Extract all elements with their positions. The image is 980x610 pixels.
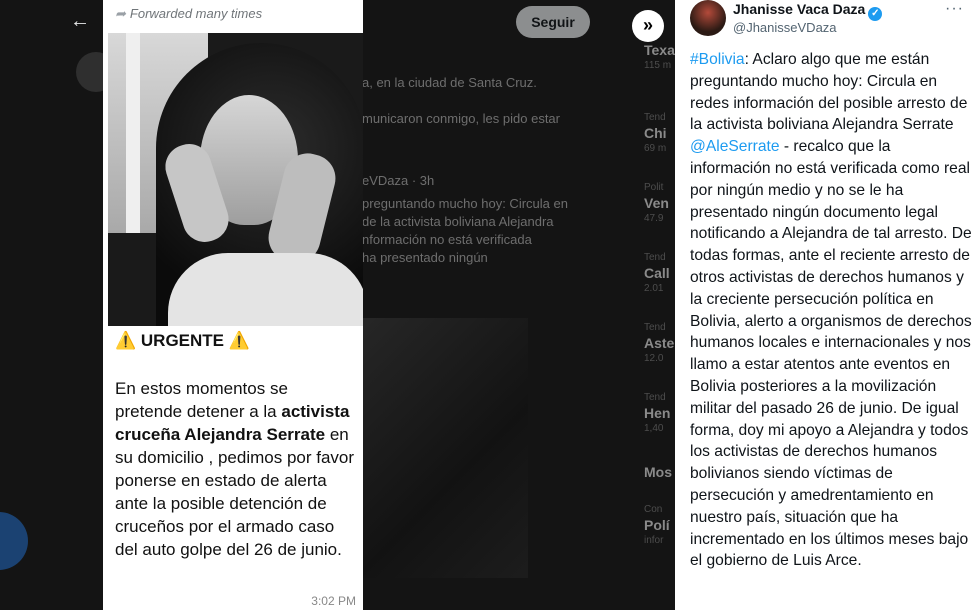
bg-quote-line: preguntando mucho hoy: Circula en xyxy=(362,196,568,211)
tweet-text-part: - recalco que la información no está ver… xyxy=(690,138,972,570)
follow-button[interactable]: Seguir xyxy=(516,6,590,38)
warning-icon: ⚠️ xyxy=(115,331,137,350)
expand-chevrons-icon[interactable]: » xyxy=(632,10,664,42)
urgent-heading: ⚠️ URGENTE ⚠️ xyxy=(115,331,250,351)
photo-shirt xyxy=(168,253,363,326)
message-photo[interactable] xyxy=(108,33,363,326)
message-body: En estos momentos se pretende detener a … xyxy=(115,377,355,561)
bg-quote-line: ha presentado ningún xyxy=(362,250,488,265)
author-name[interactable]: Jhanisse Vaca Daza ✓ xyxy=(733,1,883,21)
bg-quote-line: nformación no está verificada xyxy=(362,232,532,247)
show-more-link[interactable]: Mos xyxy=(644,464,676,504)
back-arrow-icon[interactable]: ← xyxy=(70,10,90,33)
verified-badge-icon: ✓ xyxy=(868,7,883,21)
forwarded-header: ➦ Forwarded many times xyxy=(115,6,262,22)
trend-item[interactable]: Con Polí infor xyxy=(644,504,676,574)
bg-compose-button[interactable] xyxy=(0,512,28,570)
forward-arrow-icon: ➦ xyxy=(115,6,126,21)
author-name-text: Jhanisse Vaca Daza xyxy=(733,1,866,17)
trend-item[interactable]: Tend Call 2.01 xyxy=(644,252,676,322)
forwarded-label: Forwarded many times xyxy=(129,6,263,21)
avatar[interactable] xyxy=(690,0,726,36)
message-text-part: En estos momentos se pretende detener a … xyxy=(115,379,288,421)
more-options-icon[interactable]: ··· xyxy=(945,0,964,18)
trend-item[interactable]: Tend Chi 69 m xyxy=(644,112,676,182)
trend-item[interactable]: Polit Ven 47.9 xyxy=(644,182,676,252)
tweet-card: Jhanisse Vaca Daza ✓ @JhanisseVDaza ··· #… xyxy=(675,0,980,610)
message-text-part: en su domicilio , pedimos por favor pone… xyxy=(115,425,355,559)
tweet-text: #Bolivia: Aclaro algo que me están pregu… xyxy=(690,49,974,572)
bg-quote-handle: eVDaza · 3h xyxy=(362,173,435,188)
trend-item[interactable]: Tend Hen 1,40 xyxy=(644,392,676,462)
trend-item[interactable]: Texa 115 m xyxy=(644,42,676,112)
hashtag-link[interactable]: #Bolivia xyxy=(690,51,745,68)
mention-link[interactable]: @AleSerrate xyxy=(690,138,780,155)
warning-icon: ⚠️ xyxy=(228,331,250,350)
message-timestamp: 3:02 PM xyxy=(311,594,356,608)
bg-text-line: a, en la ciudad de Santa Cruz. xyxy=(362,75,537,90)
urgent-label: URGENTE xyxy=(140,331,225,350)
trend-item[interactable]: Tend Aste 12.0 xyxy=(644,322,676,392)
bg-quote-line: de la activista boliviana Alejandra xyxy=(362,214,554,229)
bg-text-line: municaron conmigo, les pido estar xyxy=(362,111,560,126)
trends-column: Texa 115 m Tend Chi 69 m Polit Ven 47.9 Tend C… xyxy=(644,40,676,574)
bg-photo xyxy=(360,318,528,578)
telegram-message-card: ➦ Forwarded many times ⚠️ URGENTE ⚠️ En e… xyxy=(103,0,363,610)
author-handle[interactable]: @JhanisseVDaza xyxy=(733,20,837,35)
